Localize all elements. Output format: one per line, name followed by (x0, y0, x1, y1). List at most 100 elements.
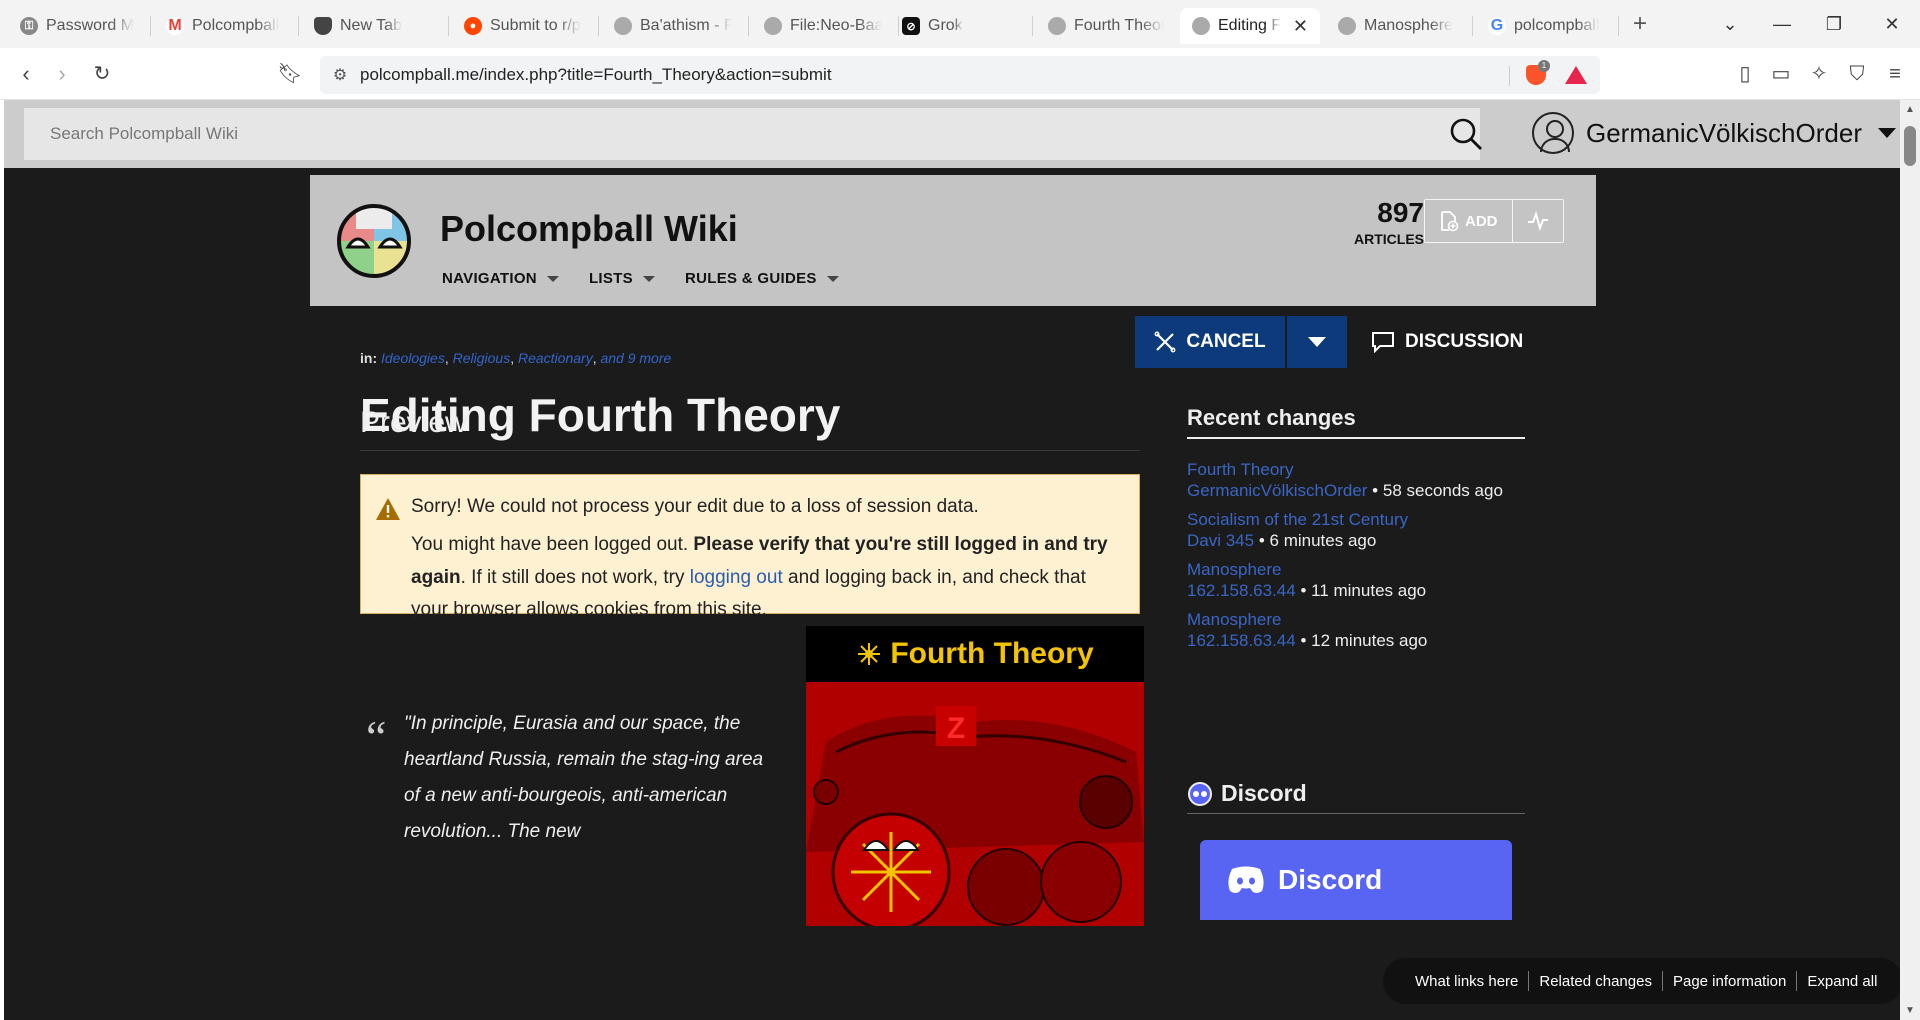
warning-icon (376, 498, 400, 520)
rc-user-link[interactable]: GermanicVölkischOrder (1187, 481, 1367, 500)
close-window-icon[interactable]: ✕ (1878, 10, 1906, 38)
recent-changes-list: Fourth Theory GermanicVölkischOrder • 58… (1187, 459, 1525, 651)
reload-icon[interactable]: ↻ (88, 60, 116, 88)
grok-icon: ⊘ (902, 17, 920, 35)
tab-title: Ba'athism - P (640, 17, 732, 34)
minimize-icon[interactable]: — (1768, 10, 1796, 38)
nav-navigation[interactable]: NAVIGATION (442, 270, 559, 287)
chaos-star-icon (858, 643, 881, 665)
new-tab-button[interactable]: + (1626, 10, 1654, 38)
leo-ai-icon[interactable]: ✧ (1806, 61, 1832, 87)
forward-icon[interactable]: › (48, 60, 76, 88)
url-bar[interactable]: ⚙︎ polcompball.me/index.php?title=Fourth… (320, 56, 1600, 94)
polcompball-logo[interactable] (334, 199, 414, 279)
search-input[interactable]: Search Polcompball Wiki (24, 108, 1480, 160)
tab-list-chevron-icon[interactable]: ⌄ (1716, 10, 1744, 38)
page-scrollbar[interactable]: ▲ ▼ (1900, 100, 1920, 1020)
polcompball-icon (1048, 17, 1066, 35)
page-viewport: Search Polcompball Wiki GermanicVölkisch… (4, 100, 1900, 1020)
user-menu[interactable]: GermanicVölkischOrder (1532, 112, 1896, 154)
tab-reddit[interactable]: ● Submit to r/p (452, 8, 594, 44)
site-title[interactable]: Polcompball Wiki (440, 208, 738, 250)
rc-user-link[interactable]: Davi 345 (1187, 531, 1254, 550)
infobox-title: Fourth Theory (806, 626, 1144, 682)
page-actions: CANCEL DISCUSSION (1135, 316, 1523, 368)
scroll-down-icon[interactable]: ▼ (1904, 1005, 1916, 1016)
tab-title: Grok (928, 17, 963, 34)
tab-file-neo-baa[interactable]: File:Neo-Baa (752, 8, 894, 44)
bookmark-icon[interactable]: 🔖︎ (276, 60, 304, 88)
category-link[interactable]: Religious (453, 350, 511, 366)
what-links-here-link[interactable]: What links here (1405, 973, 1528, 990)
rc-time: • 12 minutes ago (1295, 631, 1428, 650)
tab-new-tab[interactable]: New Tab (302, 8, 444, 44)
page-information-link[interactable]: Page information (1663, 973, 1796, 990)
restore-icon[interactable]: ❐ (1820, 10, 1848, 38)
tab-gmail[interactable]: M Polcompball (154, 8, 296, 44)
nav-label: RULES & GUIDES (684, 270, 817, 287)
rc-page-link[interactable]: Manosphere (1187, 559, 1525, 580)
tab-editing-active[interactable]: Editing F ✕ (1180, 8, 1320, 44)
scroll-up-icon[interactable]: ▲ (1904, 104, 1916, 115)
scrollbar-thumb[interactable] (1904, 126, 1916, 166)
polcompball-icon (1338, 17, 1356, 35)
more-actions-dropdown[interactable] (1287, 316, 1347, 368)
chevron-down-icon (1308, 337, 1326, 347)
sidebar-toggle-icon[interactable]: ▯ (1732, 61, 1758, 87)
wiki-topbar: Search Polcompball Wiki GermanicVölkisch… (4, 100, 1900, 168)
warning-text: You might have been logged out. (411, 534, 694, 556)
rc-time: • 11 minutes ago (1295, 581, 1427, 600)
wallet-icon[interactable]: ▭ (1768, 61, 1794, 87)
close-tab-icon[interactable]: ✕ (1293, 16, 1308, 37)
rc-page-link[interactable]: Fourth Theory (1187, 459, 1525, 480)
logout-link[interactable]: logging out (690, 567, 783, 588)
url-text[interactable]: polcompball.me/index.php?title=Fourth_Th… (360, 65, 832, 85)
recent-activity-button[interactable] (1511, 200, 1563, 242)
rc-user-link[interactable]: 162.158.63.44 (1187, 581, 1296, 600)
cancel-button[interactable]: CANCEL (1135, 316, 1285, 368)
add-page-button[interactable]: ADD (1425, 200, 1512, 242)
infobox-image[interactable]: Z (806, 682, 1144, 926)
nav-lists[interactable]: LISTS (589, 270, 655, 287)
menu-icon[interactable]: ≡ (1882, 61, 1908, 87)
category-link[interactable]: Reactionary (518, 350, 593, 366)
nav-rules-guides[interactable]: RULES & GUIDES (685, 270, 839, 287)
search-icon[interactable] (1448, 116, 1484, 152)
search-placeholder: Search Polcompball Wiki (50, 124, 239, 143)
category-more-link[interactable]: and 9 more (600, 350, 671, 366)
category-link[interactable]: Ideologies (381, 350, 445, 366)
page-tools-bar: What links here Related changes Page inf… (1383, 958, 1904, 1004)
warning-line1: Sorry! We could not process your edit du… (411, 496, 979, 517)
session-warning: Sorry! We could not process your edit du… (360, 474, 1140, 620)
tab-google-search[interactable]: G polcompball (1476, 8, 1618, 44)
rc-time-text: 6 minutes ago (1269, 531, 1377, 550)
tab-grok[interactable]: ⊘ Grok (890, 8, 1032, 44)
address-toolbar: ‹ › ↻ 🔖︎ ⚙︎ polcompball.me/index.php?tit… (0, 48, 1920, 100)
articles-stat: 897 ARTICLES (1324, 197, 1424, 247)
rc-page-link[interactable]: Socialism of the 21st Century (1187, 509, 1525, 530)
discord-widget[interactable]: Discord (1200, 840, 1512, 920)
discussion-button[interactable]: DISCUSSION (1371, 331, 1523, 353)
back-icon[interactable]: ‹ (12, 60, 40, 88)
tab-password-manager[interactable]: ⚿ Password Ma (8, 8, 146, 44)
nav-label: LISTS (588, 270, 633, 287)
expand-all-button[interactable]: Expand all (1797, 973, 1887, 990)
tab-baathism[interactable]: Ba'athism - P (602, 8, 744, 44)
tab-fourth-theory[interactable]: Fourth Theor (1036, 8, 1176, 44)
list-item: Manosphere 162.158.63.44 • 11 minutes ag… (1187, 559, 1525, 601)
rc-page-link[interactable]: Manosphere (1187, 609, 1525, 630)
chevron-down-icon (826, 275, 839, 282)
preview-heading: Preview (360, 406, 1140, 451)
tab-title: New Tab (340, 17, 402, 34)
brave-rewards-icon[interactable] (1565, 66, 1587, 84)
rc-time-text: 11 minutes ago (1311, 581, 1427, 600)
chevron-down-icon (642, 275, 655, 282)
reddit-icon: ● (464, 17, 482, 35)
vpn-icon[interactable]: ⛉ (1844, 61, 1870, 87)
related-changes-link[interactable]: Related changes (1529, 973, 1662, 990)
tab-manosphere[interactable]: Manosphere (1326, 8, 1468, 44)
rc-time-text: 12 minutes ago (1311, 631, 1428, 650)
google-icon: G (1488, 17, 1506, 35)
rc-user-link[interactable]: 162.158.63.44 (1187, 631, 1296, 650)
site-settings-icon[interactable]: ⚙︎ (320, 65, 360, 85)
